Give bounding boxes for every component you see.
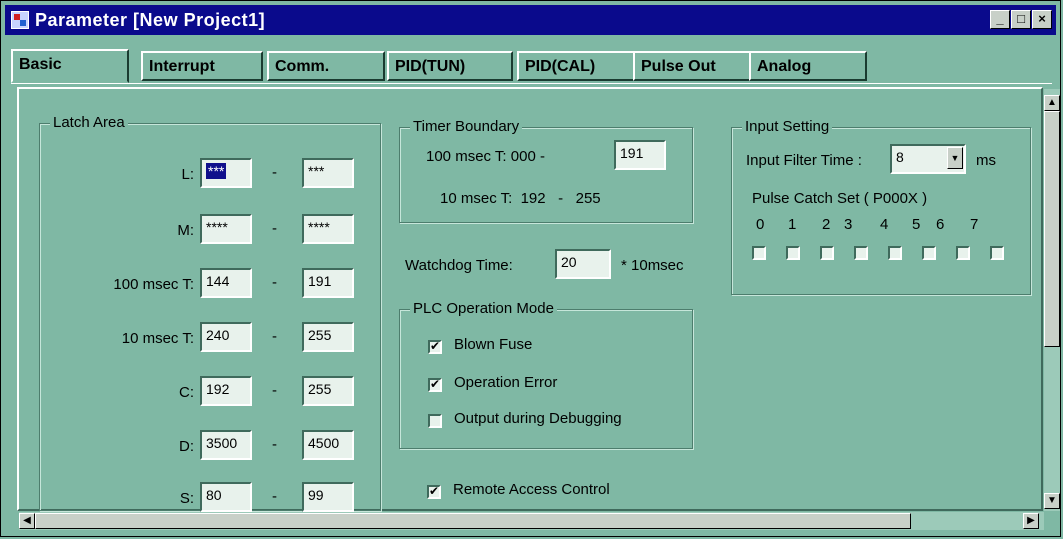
bit-label-2: 2	[822, 216, 831, 233]
operation-error-checkbox[interactable]	[428, 377, 442, 392]
tab-basic[interactable]: Basic	[11, 49, 129, 83]
latch-label-d: D:	[179, 438, 194, 455]
parameter-window: Parameter [New Project1] _ □ × Basic Int…	[0, 0, 1061, 537]
pulse-catch-label: Pulse Catch Set ( P000X )	[752, 190, 928, 207]
input-filter-select[interactable]: 8 ▼	[890, 144, 966, 174]
timer-boundary-group: Timer Boundary 100 msec T: 000 - 191 10 …	[399, 118, 693, 223]
tab-analog[interactable]: Analog	[749, 51, 867, 81]
input-filter-unit: ms	[976, 152, 996, 169]
operation-error-label: Operation Error	[454, 374, 558, 391]
latch-s-from-input[interactable]: 80	[200, 482, 252, 512]
range-dash: -	[272, 488, 277, 505]
input-filter-label: Input Filter Time :	[746, 152, 862, 169]
range-dash: -	[272, 274, 277, 291]
latch-10msec-to-input[interactable]: 255	[302, 322, 354, 352]
watchdog-label: Watchdog Time:	[405, 257, 513, 274]
blown-fuse-label: Blown Fuse	[454, 336, 533, 353]
vertical-scrollbar[interactable]: ▲ ▼	[1044, 89, 1060, 511]
latch-c-to-input[interactable]: 255	[302, 376, 354, 406]
latch-area-group: Latch Area L: *** - *** M: **** - **** 1…	[39, 114, 381, 512]
timer-10msec-label: 10 msec T: 192 - 255	[440, 190, 601, 207]
tab-pid-tun[interactable]: PID(TUN)	[387, 51, 513, 81]
app-icon	[11, 11, 29, 29]
close-button[interactable]: ×	[1032, 10, 1052, 29]
pulse-catch-bit-1-checkbox[interactable]	[786, 246, 800, 260]
bit-label-7: 7	[970, 216, 979, 233]
pulse-catch-bit-6-checkbox[interactable]	[956, 246, 970, 260]
tab-bar: Basic Interrupt Comm. PID(TUN) PID(CAL) …	[11, 47, 1052, 84]
latch-m-from-input[interactable]: ****	[200, 214, 252, 244]
bit-label-1: 1	[788, 216, 797, 233]
plc-mode-title: PLC Operation Mode	[410, 300, 557, 317]
latch-label-m: M:	[177, 222, 194, 239]
pulse-catch-bit-2-checkbox[interactable]	[820, 246, 834, 260]
bit-label-5: 5	[912, 216, 921, 233]
bit-label-4: 4	[880, 216, 889, 233]
tab-comm[interactable]: Comm.	[267, 51, 385, 81]
bit-label-0: 0	[756, 216, 765, 233]
latch-d-to-input[interactable]: 4500	[302, 430, 354, 460]
blown-fuse-checkbox[interactable]	[428, 339, 442, 354]
pulse-catch-bit-4-checkbox[interactable]	[888, 246, 902, 260]
remote-access-checkbox[interactable]	[427, 484, 441, 499]
latch-c-from-input[interactable]: 192	[200, 376, 252, 406]
bit-label-6: 6	[936, 216, 945, 233]
latch-label-100msec-t: 100 msec T:	[113, 276, 194, 293]
pulse-catch-bit-0-checkbox[interactable]	[752, 246, 766, 260]
basic-panel: Latch Area L: *** - *** M: **** - **** 1…	[17, 87, 1043, 512]
latch-l-from-input[interactable]: ***	[200, 158, 252, 188]
tab-pid-cal[interactable]: PID(CAL)	[517, 51, 635, 81]
output-debugging-checkbox[interactable]	[428, 414, 442, 428]
pulse-catch-bit-7-checkbox[interactable]	[990, 246, 1004, 260]
latch-label-s: S:	[179, 490, 194, 507]
input-setting-group: Input Setting Input Filter Time : 8 ▼ ms…	[731, 118, 1031, 295]
timer-100msec-label: 100 msec T: 000 -	[426, 148, 545, 165]
input-setting-title: Input Setting	[742, 118, 833, 135]
dropdown-arrow-icon[interactable]: ▼	[947, 147, 963, 169]
range-dash: -	[272, 436, 277, 453]
latch-10msec-from-input[interactable]: 240	[200, 322, 252, 352]
range-dash: -	[272, 164, 277, 181]
range-dash: -	[272, 220, 277, 237]
minimize-button[interactable]: _	[990, 10, 1010, 29]
latch-label-l: L:	[181, 166, 194, 183]
scroll-up-icon[interactable]: ▲	[1044, 95, 1060, 111]
window-title: Parameter [New Project1]	[35, 10, 266, 30]
bit-label-3: 3	[844, 216, 853, 233]
tab-pulse-out[interactable]: Pulse Out	[633, 51, 753, 81]
pulse-catch-bit-3-checkbox[interactable]	[854, 246, 868, 260]
latch-100msec-from-input[interactable]: 144	[200, 268, 252, 298]
tab-interrupt[interactable]: Interrupt	[141, 51, 263, 81]
horizontal-scrollbar[interactable]: ◀ ▶	[19, 512, 1044, 530]
scroll-right-icon[interactable]: ▶	[1023, 513, 1039, 529]
latch-area-title: Latch Area	[50, 114, 128, 131]
vertical-scroll-thumb[interactable]	[1044, 111, 1060, 347]
plc-operation-mode-group: PLC Operation Mode Blown Fuse Operation …	[399, 300, 693, 449]
timer-boundary-title: Timer Boundary	[410, 118, 523, 135]
title-bar[interactable]: Parameter [New Project1] _ □ ×	[5, 5, 1056, 35]
horizontal-scroll-thumb[interactable]	[35, 513, 911, 529]
maximize-button[interactable]: □	[1011, 10, 1031, 29]
latch-l-to-input[interactable]: ***	[302, 158, 354, 188]
remote-access-label: Remote Access Control	[453, 481, 610, 498]
latch-label-c: C:	[179, 384, 194, 401]
watchdog-unit: * 10msec	[621, 257, 684, 274]
scroll-down-icon[interactable]: ▼	[1044, 493, 1060, 509]
output-debugging-label: Output during Debugging	[454, 410, 622, 427]
scroll-left-icon[interactable]: ◀	[19, 513, 35, 529]
latch-m-to-input[interactable]: ****	[302, 214, 354, 244]
pulse-catch-bit-5-checkbox[interactable]	[922, 246, 936, 260]
range-dash: -	[272, 328, 277, 345]
range-dash: -	[272, 382, 277, 399]
latch-s-to-input[interactable]: 99	[302, 482, 354, 512]
latch-d-from-input[interactable]: 3500	[200, 430, 252, 460]
timer-100msec-end-input[interactable]: 191	[614, 140, 666, 170]
watchdog-time-input[interactable]: 20	[555, 249, 611, 279]
latch-label-10msec-t: 10 msec T:	[121, 330, 194, 347]
latch-100msec-to-input[interactable]: 191	[302, 268, 354, 298]
